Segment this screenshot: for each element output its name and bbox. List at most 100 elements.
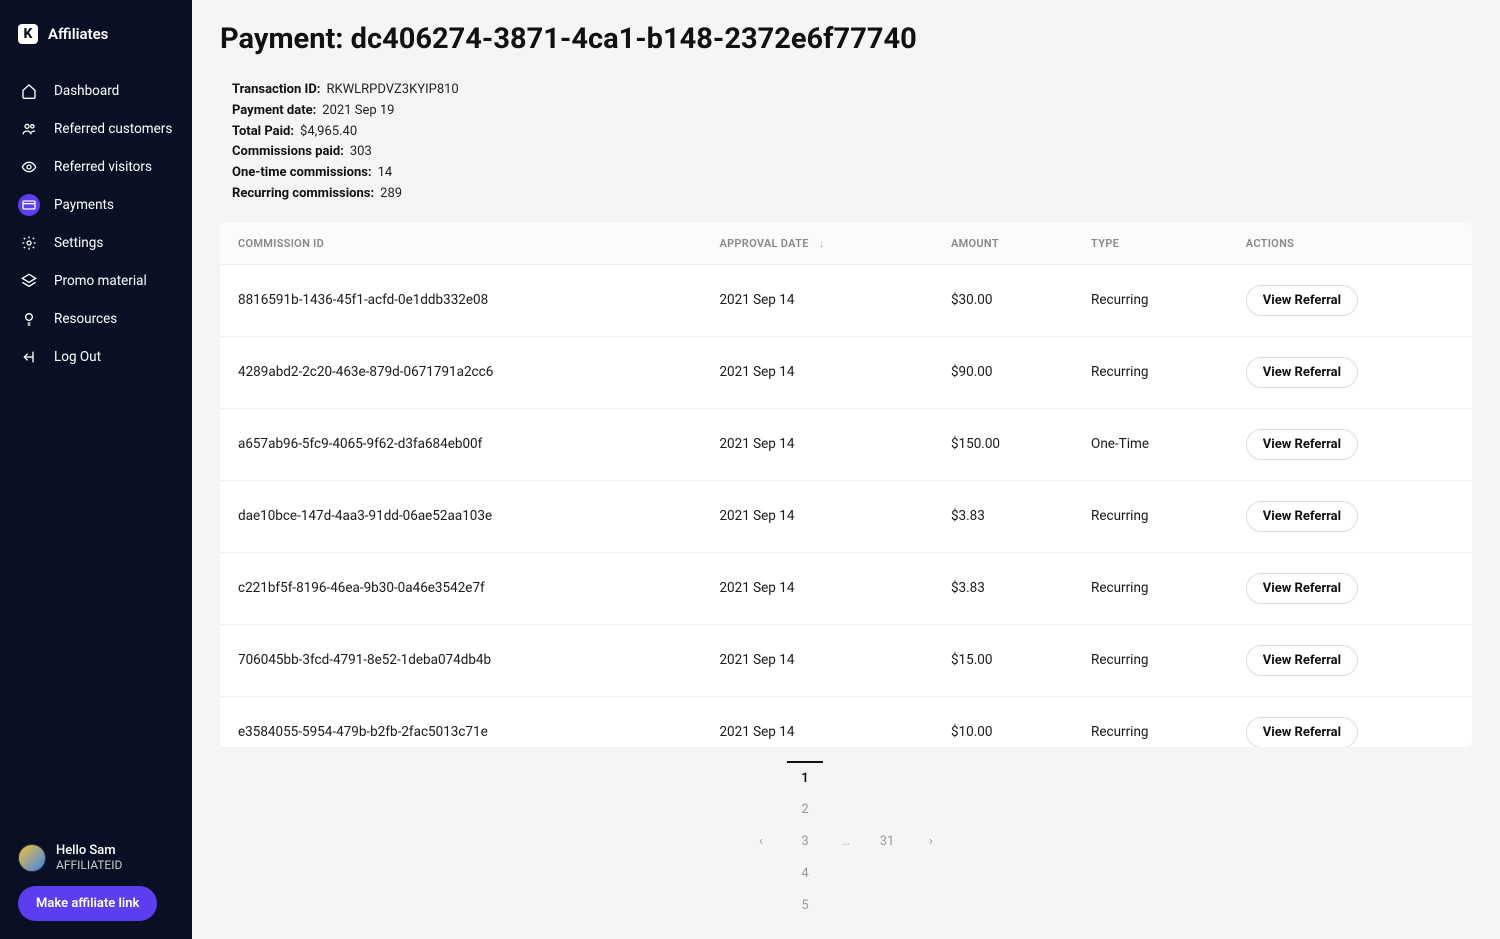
cell-type: One-Time: [1073, 408, 1228, 480]
commissions-table-wrap: COMMISSION ID APPROVAL DATE↓ AMOUNT TYPE…: [220, 223, 1472, 747]
col-amount[interactable]: AMOUNT: [933, 223, 1073, 265]
cell-commission-id: e3584055-5954-479b-b2fb-2fac5013c71e: [220, 696, 701, 747]
sidebar-item-label: Promo material: [54, 273, 147, 289]
meta-value-commissions-paid: 303: [350, 142, 372, 163]
sidebar-item-referred-visitors[interactable]: Referred visitors: [0, 148, 192, 186]
cell-commission-id: 706045bb-3fcd-4791-8e52-1deba074db4b: [220, 624, 701, 696]
sidebar-item-label: Dashboard: [54, 83, 119, 99]
sidebar-item-label: Referred customers: [54, 121, 172, 137]
layers-icon: [21, 273, 37, 289]
cell-actions: View Referral: [1228, 264, 1472, 336]
user-greeting: Hello Sam: [56, 843, 122, 858]
sidebar-item-label: Resources: [54, 311, 117, 327]
sidebar-item-label: Referred visitors: [54, 159, 152, 175]
cell-approval-date: 2021 Sep 14: [701, 264, 933, 336]
page-next-button[interactable]: ›: [913, 825, 949, 857]
sidebar-item-promo-material[interactable]: Promo material: [0, 262, 192, 300]
home-icon: [21, 83, 37, 99]
cell-amount: $3.83: [933, 480, 1073, 552]
col-actions: ACTIONS: [1228, 223, 1472, 265]
view-referral-button[interactable]: View Referral: [1246, 501, 1358, 532]
pagination: ‹ 12345 … 31 ›: [220, 747, 1472, 939]
cell-commission-id: 4289abd2-2c20-463e-879d-0671791a2cc6: [220, 336, 701, 408]
avatar: [18, 844, 46, 872]
sort-down-icon: ↓: [819, 239, 824, 250]
table-row: c221bf5f-8196-46ea-9b30-0a46e3542e7f2021…: [220, 552, 1472, 624]
view-referral-button[interactable]: View Referral: [1246, 573, 1358, 604]
cell-type: Recurring: [1073, 696, 1228, 747]
sidebar-footer: Hello Sam AFFILIATEID Make affiliate lin…: [0, 825, 192, 939]
sidebar-item-logout[interactable]: Log Out: [0, 338, 192, 376]
meta-label-one-time: One-time commissions:: [232, 163, 372, 184]
sidebar-item-dashboard[interactable]: Dashboard: [0, 72, 192, 110]
cell-approval-date: 2021 Sep 14: [701, 552, 933, 624]
cell-actions: View Referral: [1228, 336, 1472, 408]
page-button-1[interactable]: 1: [787, 761, 823, 793]
page-button-4[interactable]: 4: [787, 857, 823, 889]
users-icon: [21, 121, 37, 137]
logo-icon: K: [18, 24, 38, 44]
table-row: 8816591b-1436-45f1-acfd-0e1ddb332e082021…: [220, 264, 1472, 336]
cell-amount: $90.00: [933, 336, 1073, 408]
cell-amount: $150.00: [933, 408, 1073, 480]
user-id: AFFILIATEID: [56, 858, 122, 872]
page-prev-button[interactable]: ‹: [743, 825, 779, 857]
page-button-3[interactable]: 3: [787, 825, 823, 857]
cell-amount: $10.00: [933, 696, 1073, 747]
sidebar-item-payments[interactable]: Payments: [0, 186, 192, 224]
sidebar-nav: Dashboard Referred customers Referred vi…: [0, 72, 192, 376]
view-referral-button[interactable]: View Referral: [1246, 645, 1358, 676]
eye-icon: [21, 159, 37, 175]
meta-label-commissions-paid: Commissions paid:: [232, 142, 344, 163]
meta-label-payment-date: Payment date:: [232, 101, 316, 122]
cell-approval-date: 2021 Sep 14: [701, 408, 933, 480]
meta-value-payment-date: 2021 Sep 19: [322, 101, 394, 122]
cell-amount: $15.00: [933, 624, 1073, 696]
sidebar-item-label: Payments: [54, 197, 114, 213]
meta-label-transaction-id: Transaction ID:: [232, 80, 320, 101]
cell-approval-date: 2021 Sep 14: [701, 480, 933, 552]
col-type[interactable]: TYPE: [1073, 223, 1228, 265]
cell-actions: View Referral: [1228, 624, 1472, 696]
cell-commission-id: a657ab96-5fc9-4065-9f62-d3fa684eb00f: [220, 408, 701, 480]
sidebar-item-settings[interactable]: Settings: [0, 224, 192, 262]
page-last-button[interactable]: 31: [869, 825, 905, 857]
sidebar-header: K Affiliates: [0, 16, 192, 64]
main: Payment: dc406274-3871-4ca1-b148-2372e6f…: [192, 0, 1500, 939]
sidebar-item-referred-customers[interactable]: Referred customers: [0, 110, 192, 148]
cell-type: Recurring: [1073, 336, 1228, 408]
meta-value-total-paid: $4,965.40: [300, 122, 357, 143]
meta-value-recurring: 289: [380, 184, 402, 205]
page-button-5[interactable]: 5: [787, 889, 823, 921]
brand-name: Affiliates: [48, 25, 108, 43]
table-row: e3584055-5954-479b-b2fb-2fac5013c71e2021…: [220, 696, 1472, 747]
make-affiliate-link-button[interactable]: Make affiliate link: [18, 886, 157, 921]
page-button-2[interactable]: 2: [787, 793, 823, 825]
meta-value-one-time: 14: [378, 163, 393, 184]
col-commission-id[interactable]: COMMISSION ID: [220, 223, 701, 265]
col-approval-date[interactable]: APPROVAL DATE↓: [701, 223, 933, 265]
payment-meta: Transaction ID: RKWLRPDVZ3KYIP810 Payment…: [220, 80, 1472, 223]
cell-approval-date: 2021 Sep 14: [701, 336, 933, 408]
view-referral-button[interactable]: View Referral: [1246, 357, 1358, 388]
table-row: a657ab96-5fc9-4065-9f62-d3fa684eb00f2021…: [220, 408, 1472, 480]
table-row: 4289abd2-2c20-463e-879d-0671791a2cc62021…: [220, 336, 1472, 408]
cell-approval-date: 2021 Sep 14: [701, 624, 933, 696]
meta-value-transaction-id: RKWLRPDVZ3KYIP810: [326, 80, 458, 101]
cell-type: Recurring: [1073, 552, 1228, 624]
credit-card-icon: [21, 197, 37, 213]
cell-commission-id: 8816591b-1436-45f1-acfd-0e1ddb332e08: [220, 264, 701, 336]
view-referral-button[interactable]: View Referral: [1246, 717, 1358, 747]
cell-commission-id: dae10bce-147d-4aa3-91dd-06ae52aa103e: [220, 480, 701, 552]
view-referral-button[interactable]: View Referral: [1246, 429, 1358, 460]
user-block: Hello Sam AFFILIATEID: [18, 843, 174, 872]
meta-label-recurring: Recurring commissions:: [232, 184, 374, 205]
sidebar-item-label: Log Out: [54, 349, 101, 365]
cell-approval-date: 2021 Sep 14: [701, 696, 933, 747]
cell-type: Recurring: [1073, 264, 1228, 336]
sidebar-item-resources[interactable]: Resources: [0, 300, 192, 338]
page-title: Payment: dc406274-3871-4ca1-b148-2372e6f…: [220, 22, 1472, 56]
cell-amount: $3.83: [933, 552, 1073, 624]
view-referral-button[interactable]: View Referral: [1246, 285, 1358, 316]
cell-amount: $30.00: [933, 264, 1073, 336]
